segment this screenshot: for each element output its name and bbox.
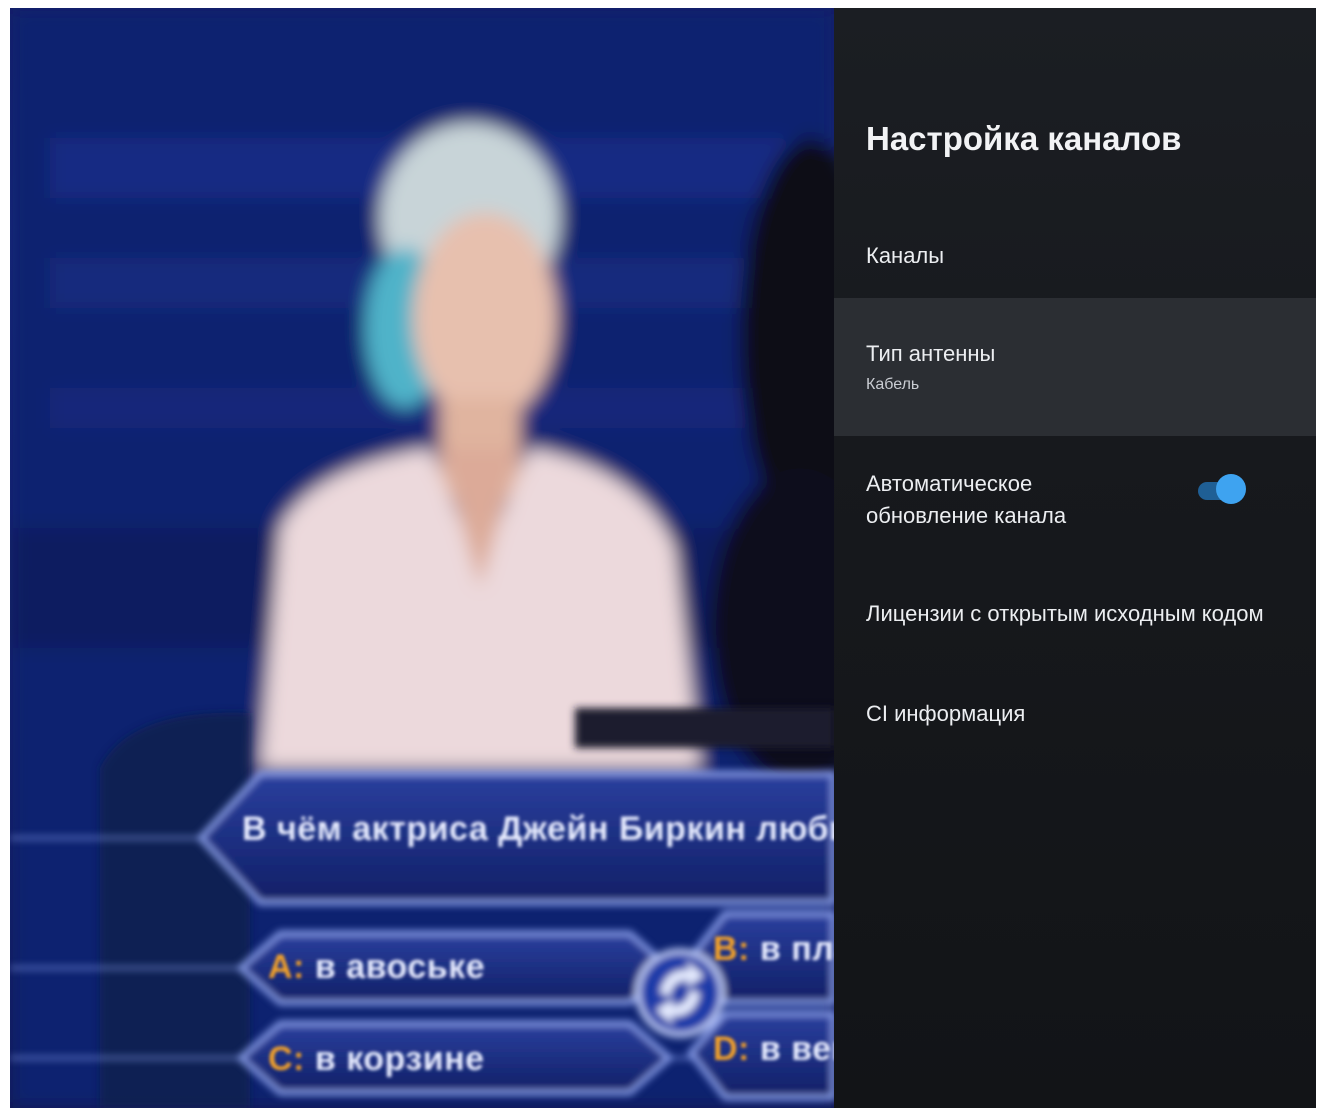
quiz-answer-b: B: в плас <box>713 930 834 969</box>
menu-item-label: Автоматическое обновление канала <box>866 471 1067 528</box>
toggle-knob <box>1216 474 1246 504</box>
broadcast-scene <box>10 8 834 1108</box>
quiz-question-text: В чём актриса Джейн Биркин любила носить… <box>242 810 834 848</box>
answer-text: в плас <box>759 930 834 968</box>
auto-update-toggle[interactable] <box>1198 474 1246 504</box>
tv-broadcast-picture: В чём актриса Джейн Биркин любила носить… <box>10 8 834 1108</box>
channel-settings-panel: Настройка каналов Каналы Тип антенны Каб… <box>834 8 1316 1108</box>
menu-item-label: Тип антенны <box>866 341 996 366</box>
panel-title: Настройка каналов <box>866 120 1182 157</box>
answer-letter: B: <box>713 930 750 968</box>
quiz-answer-c: C: в корзине <box>268 1040 485 1079</box>
tv-screen: В чём актриса Джейн Биркин любила носить… <box>10 8 1316 1108</box>
menu-item-open-source-licenses[interactable]: Лицензии с открытым исходным кодом <box>834 598 1316 646</box>
menu-item-ci-information[interactable]: CI информация <box>834 698 1316 746</box>
answer-letter: C: <box>268 1040 305 1078</box>
answer-text: в авоське <box>314 948 486 986</box>
menu-item-auto-channel-update[interactable]: Автоматическое обновление канала <box>834 468 1316 558</box>
menu-item-channels[interactable]: Каналы <box>834 240 1316 300</box>
menu-item-label: CI информация <box>866 701 1026 726</box>
menu-item-value: Кабель <box>866 376 920 393</box>
menu-item-label: Лицензии с открытым исходным кодом <box>866 601 1264 626</box>
answer-text: в корзине <box>314 1040 485 1078</box>
answer-letter: A: <box>268 948 305 986</box>
menu-item-label: Каналы <box>866 243 945 268</box>
answer-letter: D: <box>713 1030 750 1068</box>
quiz-answer-d: D: в веще <box>713 1030 834 1069</box>
quiz-answer-a: A: в авоське <box>268 948 485 987</box>
answer-text: в веще <box>759 1030 834 1068</box>
menu-item-antenna-type[interactable]: Тип антенны Кабель <box>834 298 1316 436</box>
